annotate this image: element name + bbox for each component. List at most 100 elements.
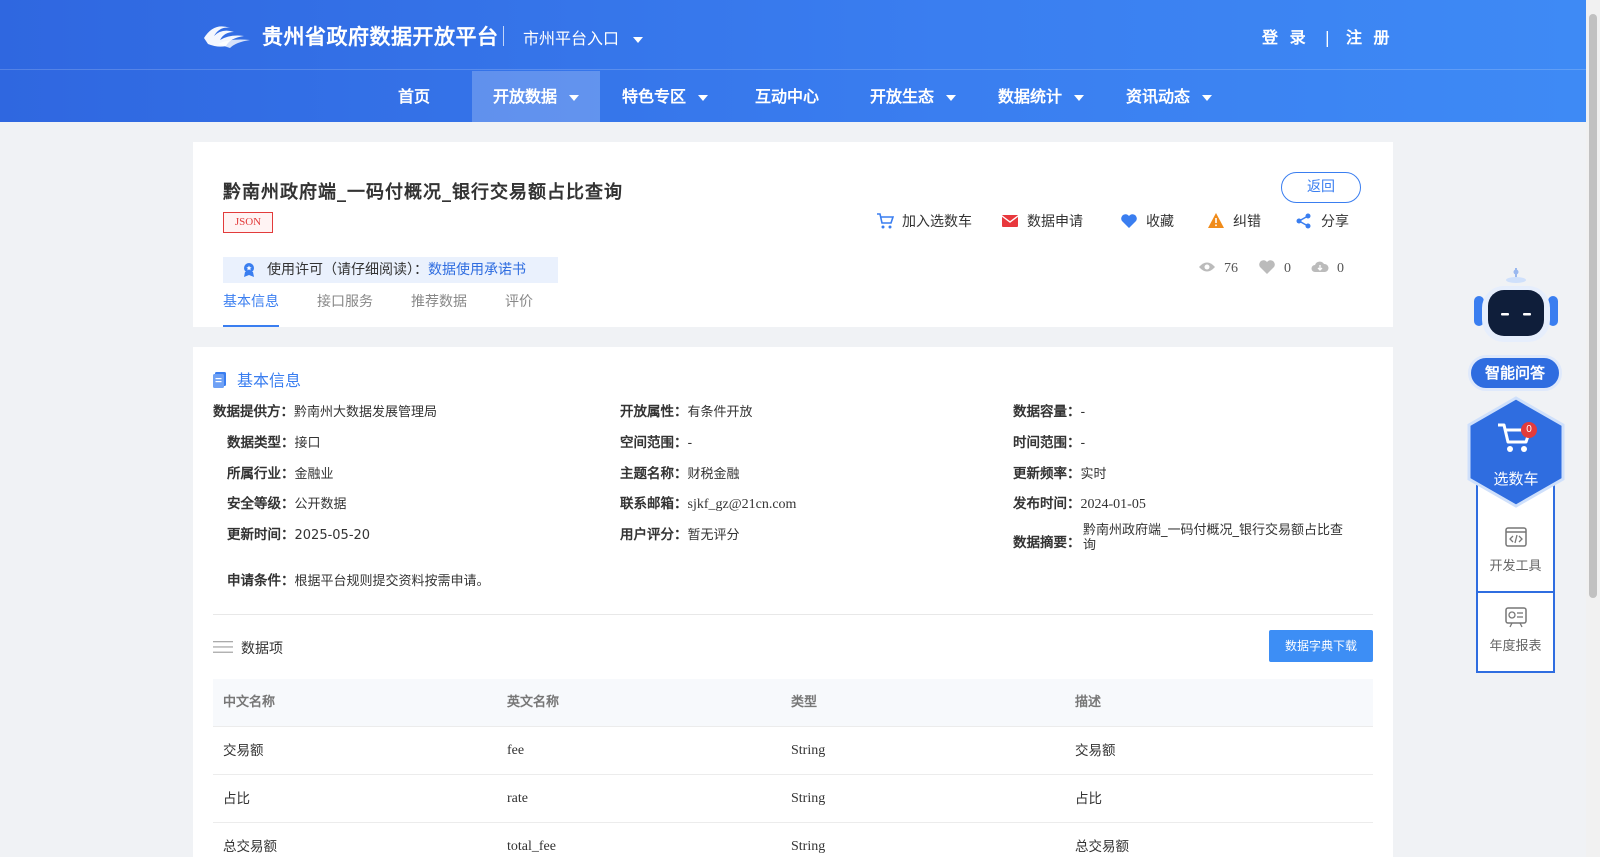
nav-item-statistics[interactable]: 数据统计 [994, 71, 1088, 122]
data-items-title: 数据项 [213, 638, 283, 658]
tool-label: 开发工具 [1489, 559, 1542, 574]
field-industry: 所属行业：金融业 [227, 462, 334, 483]
action-label: 数据申请 [1027, 214, 1083, 230]
table-cell: 占比 [223, 791, 250, 807]
chevron-down-icon [946, 94, 956, 101]
annual-report-button[interactable]: 年度报表 [1478, 605, 1553, 687]
robot-assistant-icon[interactable] [1470, 268, 1562, 348]
login-link[interactable]: 登 录 [1262, 28, 1309, 47]
warning-icon [1208, 213, 1224, 228]
table-cell: 交易额 [223, 743, 264, 759]
dictionary-download-button[interactable]: 数据字典下载 [1269, 630, 1373, 662]
field-capacity: 数据容量：- [1013, 400, 1085, 421]
report-error-button[interactable]: 纠错 [1207, 211, 1261, 233]
site-header: 贵州省政府数据开放平台 市州平台入口 登 录 | 注 册 首页 开放数据 特色专区 … [0, 0, 1586, 122]
tool-divider [1478, 591, 1553, 593]
nav-item-ecosystem[interactable]: 开放生态 [866, 71, 960, 122]
nav-label: 首页 [397, 87, 430, 106]
license-prefix: 使用许可（请仔细阅读）： [267, 262, 428, 278]
menu-lines-icon [213, 641, 233, 653]
field-value: sjkf_gz@21cn.com [687, 497, 797, 512]
field-key: 所属行业： [227, 466, 295, 482]
city-entry-label: 市州平台入口 [523, 29, 620, 48]
scrollbar-thumb[interactable] [1589, 14, 1597, 598]
share-icon [1296, 213, 1311, 229]
column-header: 类型 [791, 695, 818, 710]
field-value: 有条件开放 [687, 405, 753, 420]
table-cell: 交易额 [1075, 743, 1116, 759]
cart-icon [877, 213, 894, 229]
chevron-down-icon [1074, 94, 1084, 101]
table-row: 占比 rate String 占比 [213, 775, 1373, 823]
side-tools-panel: 开发工具 年度报表 [1476, 485, 1555, 673]
data-apply-button[interactable]: 数据申请 [1001, 211, 1083, 233]
cart-hexagon-button[interactable] [1467, 396, 1565, 508]
city-platform-dropdown[interactable]: 市州平台入口 [523, 25, 644, 49]
section-divider [213, 614, 1373, 615]
field-provider: 数据提供方：黔南州大数据发展管理局 [213, 400, 437, 421]
tab-rating[interactable]: 评价 [505, 292, 533, 327]
nav-label: 特色专区 [621, 87, 686, 106]
dev-tools-button[interactable]: 开发工具 [1478, 525, 1553, 607]
chevron-down-icon [698, 94, 708, 101]
view-count: 76 [1198, 260, 1238, 277]
nav-item-open-data[interactable]: 开放数据 [472, 71, 600, 122]
field-key: 数据提供方： [213, 404, 294, 420]
chevron-down-icon [633, 36, 644, 43]
basic-info-card: 基本信息 数据提供方：黔南州大数据发展管理局 数据类型：接口 所属行业：金融业 … [193, 347, 1393, 857]
action-label: 纠错 [1233, 214, 1261, 230]
table-cell: 总交易额 [1075, 839, 1129, 855]
ai-qa-button[interactable]: 智能问答 [1468, 355, 1562, 391]
field-value: 2024-01-05 [1080, 497, 1146, 512]
dataset-header-card: 黔南州政府端_一码付概况_银行交易额占比查询 JSON 返回 加入选数车 数据申… [193, 142, 1393, 327]
field-update-time: 更新时间：2025-05-20 [227, 523, 370, 544]
favorite-button[interactable]: 收藏 [1120, 211, 1174, 233]
field-summary-key: 数据摘要： [1013, 531, 1081, 552]
cart-count-badge: 0 [1521, 422, 1537, 438]
license-agreement-link[interactable]: 数据使用承诺书 [428, 262, 526, 278]
tab-basic-info[interactable]: 基本信息 [223, 292, 279, 327]
field-key: 主题名称： [620, 466, 688, 482]
table-cell: 占比 [1075, 791, 1102, 807]
field-value: 接口 [294, 436, 321, 451]
field-key: 发布时间： [1013, 496, 1081, 512]
page-scrollbar[interactable] [1586, 0, 1600, 857]
tab-api-service[interactable]: 接口服务 [317, 292, 373, 327]
share-button[interactable]: 分享 [1295, 211, 1349, 233]
site-logo-icon[interactable] [200, 18, 252, 52]
table-cell: 总交易额 [223, 839, 277, 855]
field-open-attr: 开放属性：有条件开放 [620, 400, 753, 421]
section-title: 基本信息 [213, 367, 301, 391]
back-button[interactable]: 返回 [1281, 172, 1361, 203]
nav-item-news[interactable]: 资讯动态 [1122, 71, 1216, 122]
field-key: 空间范围： [620, 435, 688, 451]
action-label: 收藏 [1146, 214, 1174, 230]
cart-label: 选数车 [1493, 470, 1539, 488]
like-count-value: 0 [1284, 261, 1291, 276]
heart-icon [1259, 260, 1275, 274]
field-email: 联系邮箱：sjkf_gz@21cn.com [620, 492, 796, 513]
nav-item-featured[interactable]: 特色专区 [618, 71, 712, 122]
table-row: 交易额 fee String 交易额 [213, 727, 1373, 775]
nav-item-interaction[interactable]: 互动中心 [754, 71, 820, 122]
license-bar: 使用许可（请仔细阅读）：数据使用承诺书 [223, 257, 558, 283]
download-count-value: 0 [1337, 261, 1344, 276]
auth-links: 登 录 | 注 册 [1262, 24, 1393, 48]
chevron-down-icon [1202, 94, 1212, 101]
view-count-value: 76 [1224, 261, 1238, 276]
field-key: 联系邮箱： [620, 496, 688, 512]
nav-label: 开放数据 [492, 87, 557, 106]
field-key: 申请条件： [227, 573, 295, 589]
field-value: 黔南州政府端_一码付概况_银行交易额占比查 [1083, 523, 1344, 538]
cloud-download-icon [1311, 261, 1329, 272]
report-icon [1504, 607, 1527, 628]
table-cell: String [791, 791, 826, 806]
site-title[interactable]: 贵州省政府数据开放平台 [262, 21, 499, 51]
nav-item-home[interactable]: 首页 [388, 71, 440, 122]
badge-icon [244, 263, 254, 277]
register-link[interactable]: 注 册 [1346, 28, 1393, 47]
add-to-cart-button[interactable]: 加入选数车 [876, 211, 972, 233]
nav-label: 资讯动态 [1125, 87, 1190, 106]
field-value: 金融业 [294, 467, 334, 482]
tab-recommended-data[interactable]: 推荐数据 [411, 292, 467, 327]
